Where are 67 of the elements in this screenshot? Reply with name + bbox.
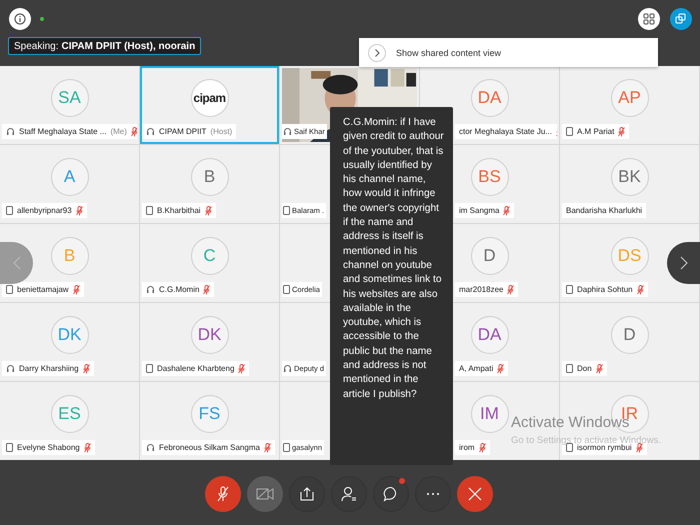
layout-button[interactable] — [638, 8, 660, 30]
speaking-label: Speaking: — [14, 40, 58, 52]
participant-name: Daphira Sohtun — [577, 285, 633, 294]
chevron-left-icon — [12, 256, 20, 270]
avatar-initials: IM — [480, 404, 499, 424]
avatar-initials: DK — [58, 325, 82, 345]
more-icon — [426, 492, 440, 496]
participant-name: A, Ampati — [459, 364, 494, 373]
grid-icon — [643, 13, 655, 25]
participant-name: CIPAM DPIIT — [159, 127, 206, 136]
participants-button[interactable] — [331, 476, 367, 512]
show-shared-content-item[interactable]: Show shared content view — [396, 48, 502, 58]
avatar-initials: AP — [618, 88, 641, 108]
info-button[interactable] — [9, 8, 31, 30]
role-tag: (Host) — [210, 127, 232, 136]
avatar-initials: B — [204, 167, 216, 187]
avatar-initials: DA — [478, 325, 502, 345]
participant-name: Bandarisha Kharlukhi — [566, 206, 642, 215]
avatar-initials: FS — [198, 404, 220, 424]
avatar-initials: C — [203, 246, 216, 266]
chat-icon — [383, 486, 399, 502]
windows-icon — [675, 13, 687, 25]
chevron-right-icon — [680, 256, 688, 270]
participant-name: A.M Pariat — [577, 127, 614, 136]
share-button[interactable] — [289, 476, 325, 512]
avatar-initials: DA — [478, 88, 502, 108]
chat-message: C.G.Momin: if I have given credit to authour of the youtuber, that is usually identified by his channel name, how would it infringe the owner's copyright if the name and address is itself is mentioned in his channel on youtube and sometimes link to his websites are also available in the youtube, which is accessible to the public but the name and address is not mentioned in the article I publish? — [343, 116, 445, 402]
participant-name: allenbyripnar93 — [17, 206, 72, 215]
share-icon — [299, 486, 315, 502]
participant-name: C.G.Momin — [159, 285, 200, 294]
participant-name: Don — [577, 364, 592, 373]
participant-name: im Sangma — [459, 206, 500, 215]
leave-button[interactable] — [457, 476, 493, 512]
participant-name: Staff Meghalaya State ... — [19, 127, 106, 136]
participant-name: beniettamajaw — [17, 285, 69, 294]
participants-icon — [341, 486, 357, 502]
participant-name: Dashalene Kharbteng — [157, 364, 234, 373]
mute-button[interactable] — [205, 476, 241, 512]
video-button[interactable] — [247, 476, 283, 512]
chevron-icon — [368, 44, 386, 62]
avatar-initials: BK — [618, 167, 641, 187]
avatar-initials: D — [623, 325, 636, 345]
participant-name: Febroneous Silkam Sangma — [159, 443, 260, 452]
logo-text: cipam — [193, 91, 226, 105]
participant-name: isormon rymbui — [577, 443, 632, 452]
participant-name: B.Kharbithai — [157, 206, 201, 215]
close-icon — [468, 486, 482, 500]
avatar-initials: DS — [618, 246, 642, 266]
avatar-initials: B — [64, 246, 76, 266]
window-button[interactable] — [670, 8, 692, 30]
role-tag: (Me) — [110, 127, 127, 136]
avatar-initials: BS — [478, 167, 501, 187]
avatar-initials: A — [64, 167, 76, 187]
participant-name: ctor Meghalaya State Ju... — [459, 127, 552, 136]
avatar-initials: D — [483, 246, 496, 266]
info-icon — [14, 13, 26, 25]
participant-name: Evelyne Shabong — [17, 443, 80, 452]
speaker-names: CIPAM DPIIT (Host), noorain — [61, 40, 196, 52]
video-off-icon — [256, 486, 274, 500]
participant-name: irom — [459, 443, 475, 452]
avatar-initials: DK — [198, 325, 222, 345]
avatar-initials: ES — [58, 404, 81, 424]
participant-name: Darry Kharshiing — [19, 364, 79, 373]
chat-button[interactable] — [373, 476, 409, 512]
participant-name: mar2018zee — [459, 285, 504, 294]
avatar-initials: SA — [58, 88, 81, 108]
muted-mic-icon — [216, 486, 230, 502]
